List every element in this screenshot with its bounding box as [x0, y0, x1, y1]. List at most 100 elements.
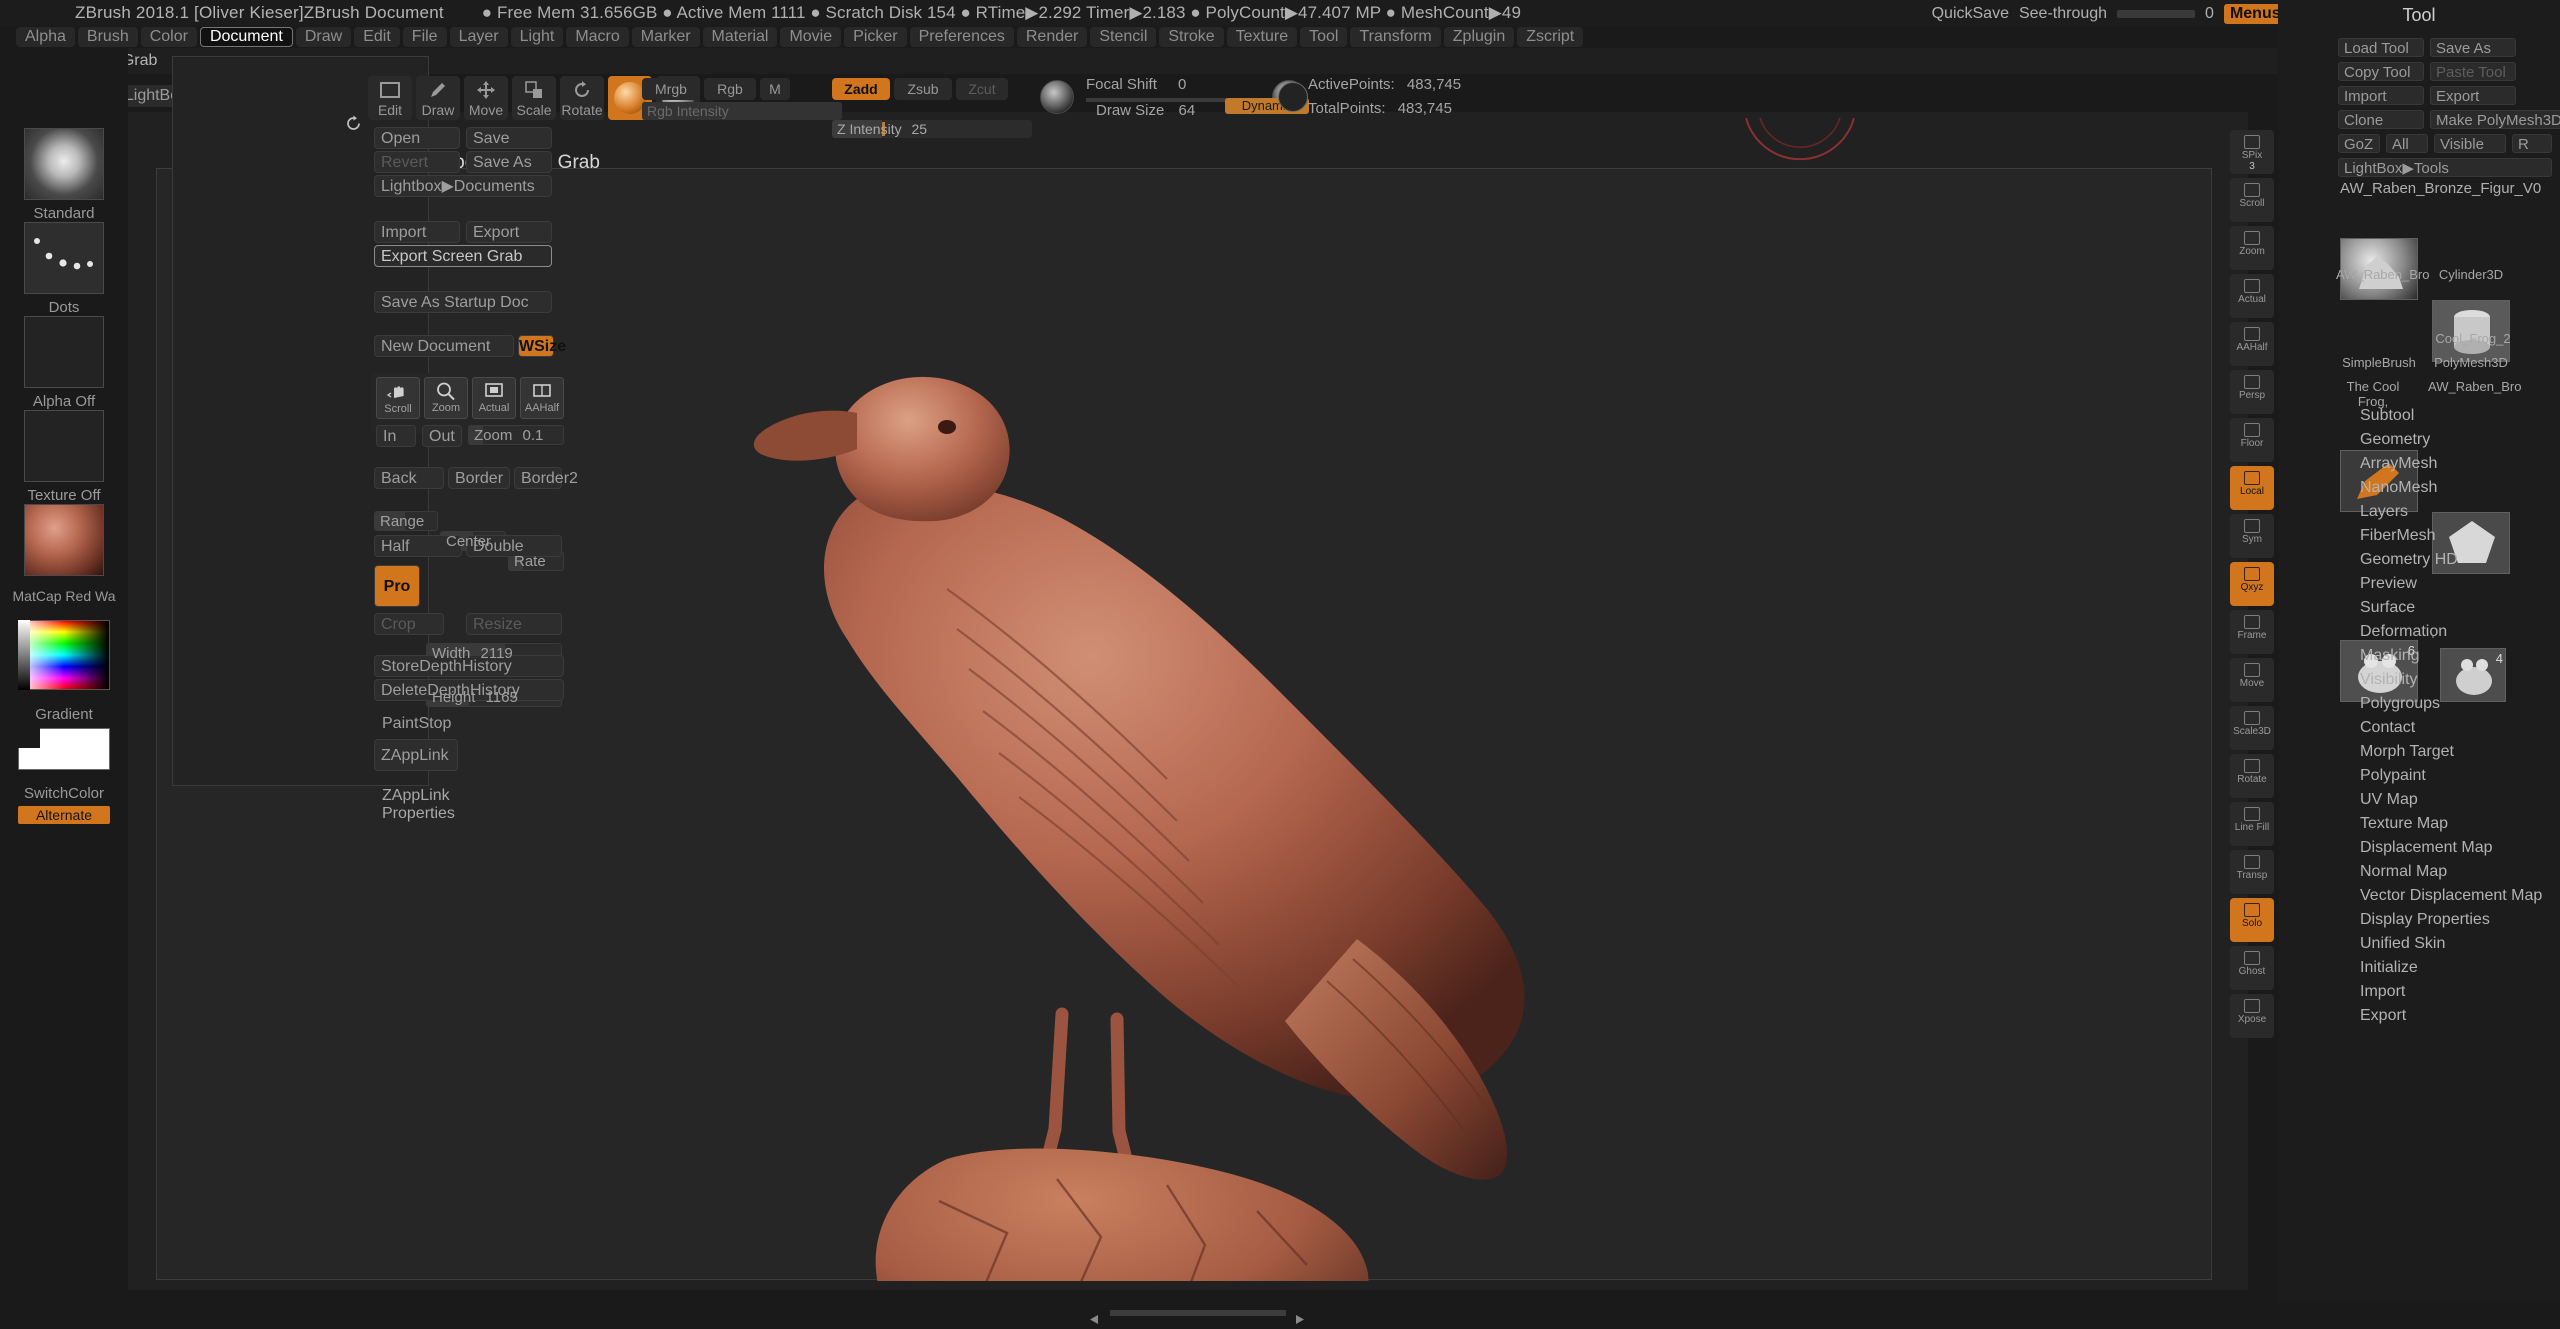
tool-section-deformation[interactable]: Deformation	[2338, 620, 2558, 644]
doc-zapplink-button[interactable]: ZAppLink	[374, 739, 458, 771]
rail-button-scale3d[interactable]: Scale3D	[2230, 706, 2274, 750]
rail-button-ghost[interactable]: Ghost	[2230, 946, 2274, 990]
doc-zoom-button[interactable]: Zoom	[424, 377, 468, 419]
zadd-button[interactable]: Zadd	[832, 78, 890, 100]
alpha-thumbnail[interactable]	[24, 316, 104, 388]
menu-item-zscript[interactable]: Zscript	[1517, 27, 1584, 47]
doc-pro-button[interactable]: Pro	[374, 565, 420, 607]
material-thumbnail[interactable]	[24, 504, 104, 576]
tool-section-visibility[interactable]: Visibility	[2338, 668, 2558, 692]
tool-section-fibermesh[interactable]: FiberMesh	[2338, 524, 2558, 548]
brush-thumbnail[interactable]	[24, 128, 104, 200]
alternate-button[interactable]: Alternate	[18, 806, 110, 824]
stroke-thumbnail[interactable]	[24, 222, 104, 294]
copy-tool-button[interactable]: Copy Tool	[2338, 62, 2424, 81]
rail-button-solo[interactable]: Solo	[2230, 898, 2274, 942]
focal-shift-preview[interactable]	[1040, 80, 1074, 114]
texture-thumbnail[interactable]	[24, 410, 104, 482]
rail-button-move[interactable]: Move	[2230, 658, 2274, 702]
doc-wsize-button[interactable]: WSize	[518, 335, 566, 357]
z-intensity-slider[interactable]: Z Intensity 25	[832, 120, 1032, 138]
doc-lightbox-documents-button[interactable]: Lightbox▶Documents	[374, 175, 552, 197]
rgb-button[interactable]: Rgb	[704, 78, 756, 100]
menu-item-layer[interactable]: Layer	[449, 27, 508, 47]
tool-section-export[interactable]: Export	[2338, 1004, 2558, 1028]
mrgb-button[interactable]: Mrgb	[642, 78, 700, 100]
rail-button-scroll[interactable]: Scroll	[2230, 178, 2274, 222]
scroll-right-icon[interactable]	[1292, 1309, 1306, 1329]
doc-actual-button[interactable]: Actual	[472, 377, 516, 419]
menu-item-file[interactable]: File	[402, 27, 447, 47]
rail-button-rotate[interactable]: Rotate	[2230, 754, 2274, 798]
doc-border2-button[interactable]: Border2	[514, 467, 578, 489]
tool-export-button[interactable]: Export	[2430, 86, 2516, 105]
tool-section-polygroups[interactable]: Polygroups	[2338, 692, 2558, 716]
rail-button-floor[interactable]: Floor	[2230, 418, 2274, 462]
tool-section-surface[interactable]: Surface	[2338, 596, 2558, 620]
tool-section-import[interactable]: Import	[2338, 980, 2558, 1004]
tool-section-displacement-map[interactable]: Displacement Map	[2338, 836, 2558, 860]
tool-section-geometry[interactable]: Geometry	[2338, 428, 2558, 452]
menu-item-edit[interactable]: Edit	[354, 27, 400, 47]
goz-r-button[interactable]: R	[2512, 134, 2552, 153]
tool-section-arraymesh[interactable]: ArrayMesh	[2338, 452, 2558, 476]
doc-export-screen-grab-button[interactable]: Export Screen Grab	[374, 245, 552, 267]
menu-item-alpha[interactable]: Alpha	[16, 27, 75, 47]
color-value-strip[interactable]	[18, 620, 30, 690]
rail-button-persp[interactable]: Persp	[2230, 370, 2274, 414]
see-through-slider[interactable]	[2117, 10, 2196, 18]
doc-import-button[interactable]: Import	[374, 221, 460, 243]
rail-button-line-fill[interactable]: Line Fill	[2230, 802, 2274, 846]
menu-item-brush[interactable]: Brush	[77, 27, 138, 47]
menu-item-transform[interactable]: Transform	[1350, 27, 1441, 47]
menu-item-macro[interactable]: Macro	[566, 27, 629, 47]
menu-item-movie[interactable]: Movie	[780, 27, 842, 47]
rail-button-transp[interactable]: Transp	[2230, 850, 2274, 894]
tool-import-button[interactable]: Import	[2338, 86, 2424, 105]
tool-section-unified-skin[interactable]: Unified Skin	[2338, 932, 2558, 956]
doc-border-button[interactable]: Border	[448, 467, 510, 489]
rail-button-spix[interactable]: SPix 3	[2230, 130, 2274, 174]
tool-section-geometry-hd[interactable]: Geometry HD	[2338, 548, 2558, 572]
menu-item-stencil[interactable]: Stencil	[1090, 27, 1157, 47]
paste-tool-button[interactable]: Paste Tool	[2430, 62, 2516, 81]
menu-item-render[interactable]: Render	[1016, 27, 1088, 47]
menu-item-preferences[interactable]: Preferences	[909, 27, 1014, 47]
horizontal-scrollbar[interactable]	[1110, 1310, 1286, 1316]
make-polymesh3d-button[interactable]: Make PolyMesh3D	[2430, 110, 2560, 129]
tool-section-masking[interactable]: Masking	[2338, 644, 2558, 668]
tool-section-texture-map[interactable]: Texture Map	[2338, 812, 2558, 836]
draw-mode-button[interactable]: Draw	[416, 76, 460, 120]
doc-save-as-startup-doc-button[interactable]: Save As Startup Doc	[374, 291, 552, 313]
menu-item-zplugin[interactable]: Zplugin	[1443, 27, 1515, 47]
menu-item-draw[interactable]: Draw	[295, 27, 352, 47]
goz-all-button[interactable]: All	[2386, 134, 2428, 153]
tool-section-display-properties[interactable]: Display Properties	[2338, 908, 2558, 932]
clone-button[interactable]: Clone	[2338, 110, 2424, 129]
tool-section-contact[interactable]: Contact	[2338, 716, 2558, 740]
menu-item-color[interactable]: Color	[140, 27, 197, 47]
menu-item-material[interactable]: Material	[702, 27, 778, 47]
doc-in-button[interactable]: In	[376, 425, 416, 447]
menu-item-texture[interactable]: Texture	[1226, 27, 1298, 47]
scroll-left-icon[interactable]	[1088, 1309, 1102, 1329]
lightbox-tools-button[interactable]: LightBox▶Tools	[2338, 158, 2552, 177]
doc-out-button[interactable]: Out	[422, 425, 462, 447]
menu-item-document[interactable]: Document	[199, 27, 293, 47]
tool-section-preview[interactable]: Preview	[2338, 572, 2558, 596]
tool-section-normal-map[interactable]: Normal Map	[2338, 860, 2558, 884]
refresh-icon[interactable]	[345, 115, 362, 137]
tool-section-layers[interactable]: Layers	[2338, 500, 2558, 524]
doc-new-document-button[interactable]: New Document	[374, 335, 514, 357]
rail-button-qxyz[interactable]: Qxyz	[2230, 562, 2274, 606]
secondary-color-swatch[interactable]	[18, 728, 40, 748]
scale-mode-button[interactable]: Scale	[512, 76, 556, 120]
doc-crop-button[interactable]: Crop	[374, 613, 444, 635]
move-mode-button[interactable]: Move	[464, 76, 508, 120]
menu-item-light[interactable]: Light	[510, 27, 564, 47]
doc-revert-button[interactable]: Revert	[374, 151, 460, 173]
menu-item-tool[interactable]: Tool	[1300, 27, 1348, 47]
rail-button-actual[interactable]: Actual	[2230, 274, 2274, 318]
doc-resize-button[interactable]: Resize	[466, 613, 562, 635]
rail-button-frame[interactable]: Frame	[2230, 610, 2274, 654]
